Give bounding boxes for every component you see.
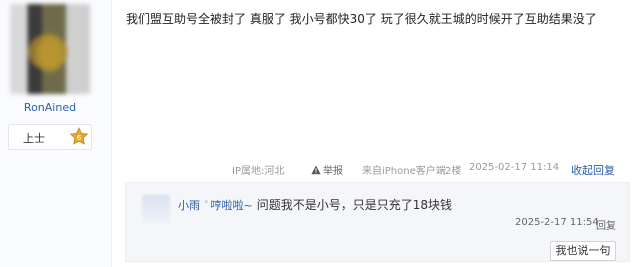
user-column: RonAined 上士 6	[0, 0, 112, 267]
report-link[interactable]: 举报	[311, 162, 343, 177]
reply-time: 2025-2-17 11:54	[515, 217, 599, 228]
reply-text: 问题我不是小号，只是只充了18块钱	[256, 198, 452, 212]
reply-separator: °	[204, 199, 209, 210]
report-label: 举报	[323, 166, 343, 177]
ip-location: IP属地:河北	[232, 166, 285, 177]
reply-username[interactable]: 小雨	[178, 197, 200, 213]
user-level: 上士 6	[8, 124, 92, 150]
post-content: 我们盟互助号全被封了 真服了 我小号都快30了 玩了很久就王城的时候开了互助结果…	[126, 12, 597, 26]
warning-triangle-icon	[311, 165, 321, 174]
reply-target-user[interactable]: 哼啦啦~	[211, 197, 253, 213]
avatar[interactable]	[10, 4, 90, 94]
post-time: 2025-02-17 11:14	[469, 162, 560, 173]
reply-box: 小雨 ° 哼啦啦~ 问题我不是小号，只是只充了18块钱 2025-2-17 11…	[125, 182, 630, 262]
level-number: 6	[77, 134, 82, 142]
star-badge-icon: 6	[69, 127, 89, 147]
floor-number: 2楼	[445, 166, 462, 177]
device-source: 来自iPhone客户端	[362, 166, 446, 177]
reply-line: 小雨 ° 哼啦啦~ 问题我不是小号，只是只充了18块钱	[178, 196, 452, 213]
reply-action-link[interactable]: 回复	[596, 217, 616, 232]
post-container: RonAined 上士 6 我们盟互助号全被封了 真服了 我小号都快30了 玩了…	[0, 0, 636, 267]
collapse-replies-link[interactable]: 收起回复	[571, 162, 615, 178]
username[interactable]: RonAined	[0, 101, 100, 114]
level-name: 上士	[23, 132, 45, 145]
reply-avatar[interactable]	[142, 195, 170, 223]
say-something-button[interactable]: 我也说一句	[550, 241, 616, 261]
